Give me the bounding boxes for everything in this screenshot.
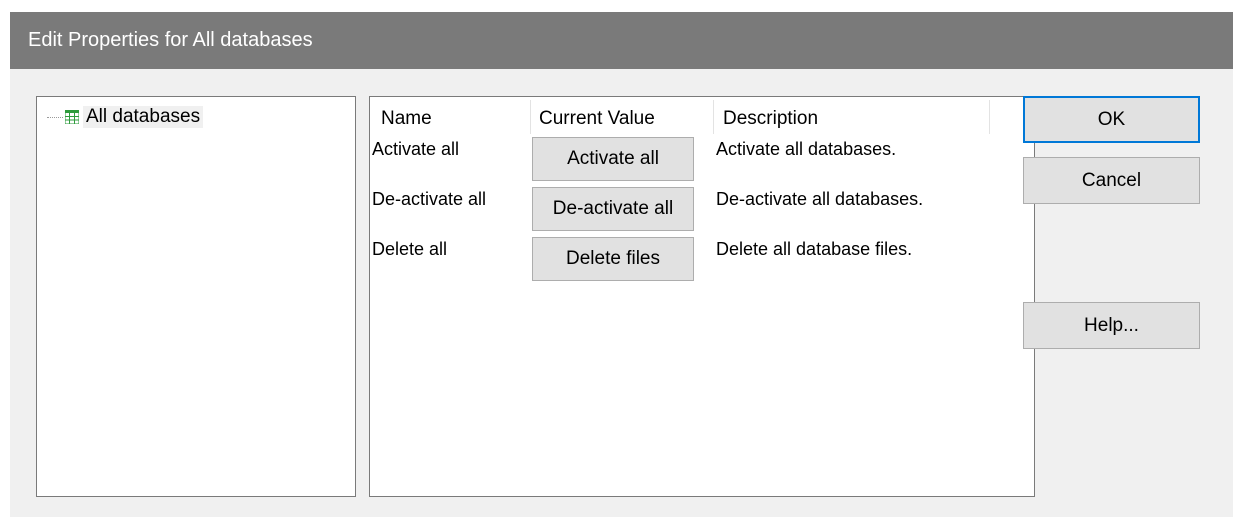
delete-files-button[interactable]: Delete files <box>532 237 694 281</box>
column-header-name[interactable]: Name <box>381 104 531 134</box>
column-header-current-value[interactable]: Current Value <box>539 104 713 134</box>
ok-button[interactable]: OK <box>1023 96 1200 143</box>
column-divider <box>530 100 531 134</box>
tree-view[interactable]: All databases <box>36 96 356 497</box>
property-grid: Name Current Value Description Activate … <box>369 96 1035 497</box>
column-divider <box>989 100 990 134</box>
column-header-description[interactable]: Description <box>723 104 989 134</box>
edit-properties-dialog: Edit Properties for All databases All da… <box>10 12 1233 517</box>
cancel-button[interactable]: Cancel <box>1023 157 1200 204</box>
property-name: De-activate all <box>372 189 487 209</box>
tree-item-label: All databases <box>83 106 204 128</box>
deactivate-all-button[interactable]: De-activate all <box>532 187 694 231</box>
property-description: Delete all database files. <box>716 239 913 259</box>
database-grid-icon <box>64 109 80 125</box>
activate-all-button[interactable]: Activate all <box>532 137 694 181</box>
tree-connector-line <box>47 116 63 118</box>
property-description: Activate all databases. <box>716 139 897 159</box>
column-divider <box>713 100 714 134</box>
property-description: De-activate all databases. <box>716 189 924 209</box>
property-name: Delete all <box>372 239 448 259</box>
tree-item-all-databases[interactable]: All databases <box>47 105 204 129</box>
title-bar: Edit Properties for All databases <box>10 12 1233 69</box>
help-button[interactable]: Help... <box>1023 302 1200 349</box>
property-name: Activate all <box>372 139 460 159</box>
